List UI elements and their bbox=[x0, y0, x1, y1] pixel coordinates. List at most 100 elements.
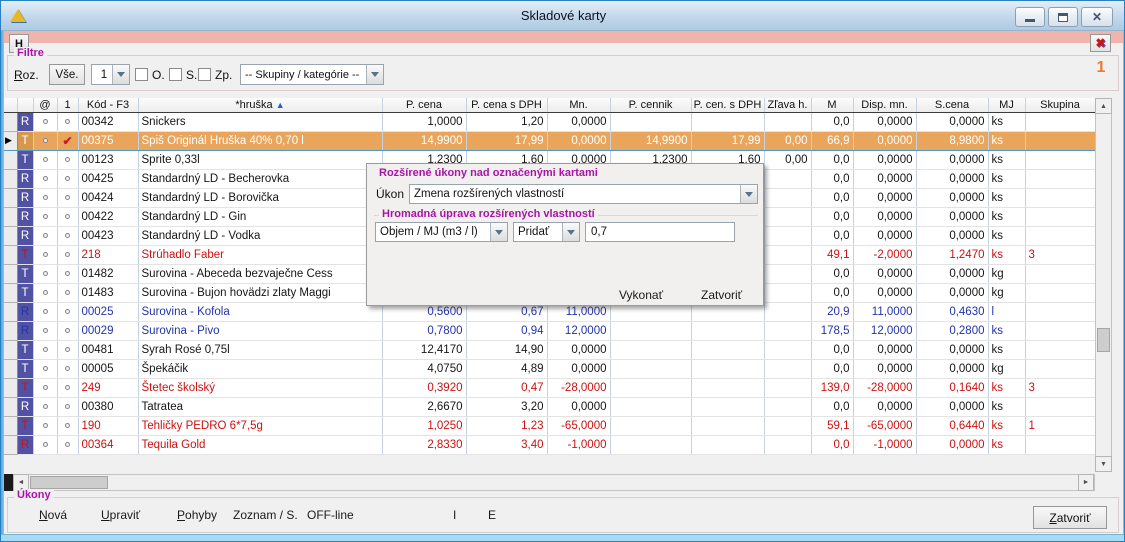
chevron-down-icon[interactable] bbox=[562, 223, 579, 241]
cell-attachment[interactable] bbox=[33, 264, 57, 283]
cell-skupina[interactable] bbox=[1025, 207, 1095, 226]
cell-mn[interactable]: -28,0000 bbox=[547, 378, 610, 397]
dialog-close-button[interactable]: Zatvoriť bbox=[701, 288, 742, 302]
cell-p-cena-dph[interactable]: 3,20 bbox=[466, 397, 547, 416]
cell-m[interactable]: 0,0 bbox=[811, 188, 853, 207]
col-attachment[interactable]: @ bbox=[33, 98, 57, 112]
cell-attachment[interactable] bbox=[33, 188, 57, 207]
cell-m[interactable]: 0,0 bbox=[811, 207, 853, 226]
cell-skupina[interactable] bbox=[1025, 264, 1095, 283]
row-selector[interactable] bbox=[4, 112, 17, 131]
cell-mn[interactable]: 0,0000 bbox=[547, 112, 610, 131]
cell-disp[interactable]: -65,0000 bbox=[853, 416, 916, 435]
cell-check[interactable] bbox=[57, 359, 78, 378]
cell-attachment[interactable] bbox=[33, 397, 57, 416]
cell-skupina[interactable]: 1 bbox=[1025, 416, 1095, 435]
cell-type[interactable]: R bbox=[17, 435, 33, 454]
row-selector[interactable] bbox=[4, 397, 17, 416]
cell-type[interactable]: T bbox=[17, 245, 33, 264]
cell-type[interactable]: R bbox=[17, 321, 33, 340]
cell-skupina[interactable] bbox=[1025, 283, 1095, 302]
cell-s-cena[interactable]: 0,0000 bbox=[916, 283, 988, 302]
new-button[interactable]: Nová bbox=[39, 508, 67, 522]
cell-attachment[interactable] bbox=[33, 112, 57, 131]
row-selector[interactable] bbox=[4, 378, 17, 397]
import-button[interactable]: I bbox=[453, 508, 456, 522]
cell-mj[interactable]: ks bbox=[988, 340, 1025, 359]
col-check[interactable]: 1 bbox=[57, 98, 78, 112]
cell-p-cen-dph[interactable] bbox=[691, 359, 764, 378]
cell-check[interactable] bbox=[57, 302, 78, 321]
cell-mj[interactable]: l bbox=[988, 302, 1025, 321]
col-m[interactable]: M bbox=[811, 98, 853, 112]
cell-p-cen-dph[interactable] bbox=[691, 340, 764, 359]
cell-mj[interactable]: ks bbox=[988, 150, 1025, 169]
row-selector[interactable] bbox=[4, 283, 17, 302]
count-dropdown[interactable]: 1 bbox=[91, 64, 130, 85]
cell-p-cen-dph[interactable] bbox=[691, 416, 764, 435]
cell-type[interactable]: R bbox=[17, 169, 33, 188]
clear-filter-button[interactable]: ✖ bbox=[1090, 34, 1111, 52]
cell-kod[interactable]: 00025 bbox=[78, 302, 138, 321]
cell-p-cena-dph[interactable]: 0,94 bbox=[466, 321, 547, 340]
row-selector[interactable] bbox=[4, 321, 17, 340]
col-p-cena[interactable]: P. cena bbox=[382, 98, 466, 112]
cell-name[interactable]: Špekáčik bbox=[138, 359, 382, 378]
cell-mj[interactable]: ks bbox=[988, 416, 1025, 435]
cell-name[interactable]: Snickers bbox=[138, 112, 382, 131]
cell-p-cena-dph[interactable]: 4,89 bbox=[466, 359, 547, 378]
cell-p-cen-dph[interactable] bbox=[691, 112, 764, 131]
cell-type[interactable]: T bbox=[17, 359, 33, 378]
cell-skupina[interactable] bbox=[1025, 302, 1095, 321]
cell-p-cena-dph[interactable]: 17,99 bbox=[466, 131, 547, 150]
cell-s-cena[interactable]: 0,0000 bbox=[916, 169, 988, 188]
col-s-cena[interactable]: S.cena bbox=[916, 98, 988, 112]
cell-type[interactable]: R bbox=[17, 397, 33, 416]
cell-check[interactable] bbox=[57, 245, 78, 264]
cell-mj[interactable]: ks bbox=[988, 378, 1025, 397]
close-button[interactable]: ✕ bbox=[1081, 7, 1113, 27]
cell-attachment[interactable] bbox=[33, 321, 57, 340]
cell-p-cennik[interactable] bbox=[610, 340, 691, 359]
cell-attachment[interactable] bbox=[33, 207, 57, 226]
cell-p-cennik[interactable]: 14,9900 bbox=[610, 131, 691, 150]
cell-zlava[interactable] bbox=[764, 283, 811, 302]
cell-zlava[interactable] bbox=[764, 264, 811, 283]
cell-check[interactable]: ✔ bbox=[57, 131, 78, 150]
chevron-down-icon[interactable] bbox=[740, 185, 757, 203]
col-mn[interactable]: Mn. bbox=[547, 98, 610, 112]
cell-type[interactable]: R bbox=[17, 207, 33, 226]
col-p-cen-dph[interactable]: P. cen. s DPH bbox=[691, 98, 764, 112]
cell-mn[interactable]: 12,0000 bbox=[547, 321, 610, 340]
cell-mj[interactable]: ks bbox=[988, 226, 1025, 245]
action-dropdown[interactable]: Zmena rozšírených vlastností bbox=[409, 184, 758, 204]
cell-skupina[interactable]: 3 bbox=[1025, 378, 1095, 397]
row-selector[interactable] bbox=[4, 150, 17, 169]
cell-kod[interactable]: 00123 bbox=[78, 150, 138, 169]
cell-m[interactable]: 0,0 bbox=[811, 112, 853, 131]
cell-kod[interactable]: 00005 bbox=[78, 359, 138, 378]
row-selector[interactable] bbox=[4, 416, 17, 435]
cell-skupina[interactable] bbox=[1025, 150, 1095, 169]
cell-zlava[interactable] bbox=[764, 397, 811, 416]
scroll-up-button[interactable]: ▲ bbox=[1095, 98, 1112, 114]
chevron-down-icon[interactable] bbox=[490, 223, 507, 241]
cell-name[interactable]: Standardný LD - Becherovka bbox=[138, 169, 382, 188]
cell-name[interactable]: Tequila Gold bbox=[138, 435, 382, 454]
cell-attachment[interactable] bbox=[33, 283, 57, 302]
cell-disp[interactable]: 0,0000 bbox=[853, 188, 916, 207]
cell-skupina[interactable] bbox=[1025, 169, 1095, 188]
cell-s-cena[interactable]: 0,1640 bbox=[916, 378, 988, 397]
cell-disp[interactable]: 0,0000 bbox=[853, 169, 916, 188]
cell-type[interactable]: R bbox=[17, 226, 33, 245]
cell-mj[interactable]: ks bbox=[988, 112, 1025, 131]
cell-name[interactable]: Surovina - Bujon hovädzi zlaty Maggi bbox=[138, 283, 382, 302]
cell-attachment[interactable] bbox=[33, 416, 57, 435]
cell-disp[interactable]: 0,0000 bbox=[853, 226, 916, 245]
cell-disp[interactable]: 12,0000 bbox=[853, 321, 916, 340]
cell-kod[interactable]: 00424 bbox=[78, 188, 138, 207]
cell-p-cena-dph[interactable]: 14,90 bbox=[466, 340, 547, 359]
cell-skupina[interactable] bbox=[1025, 188, 1095, 207]
row-selector[interactable] bbox=[4, 435, 17, 454]
cell-check[interactable] bbox=[57, 207, 78, 226]
